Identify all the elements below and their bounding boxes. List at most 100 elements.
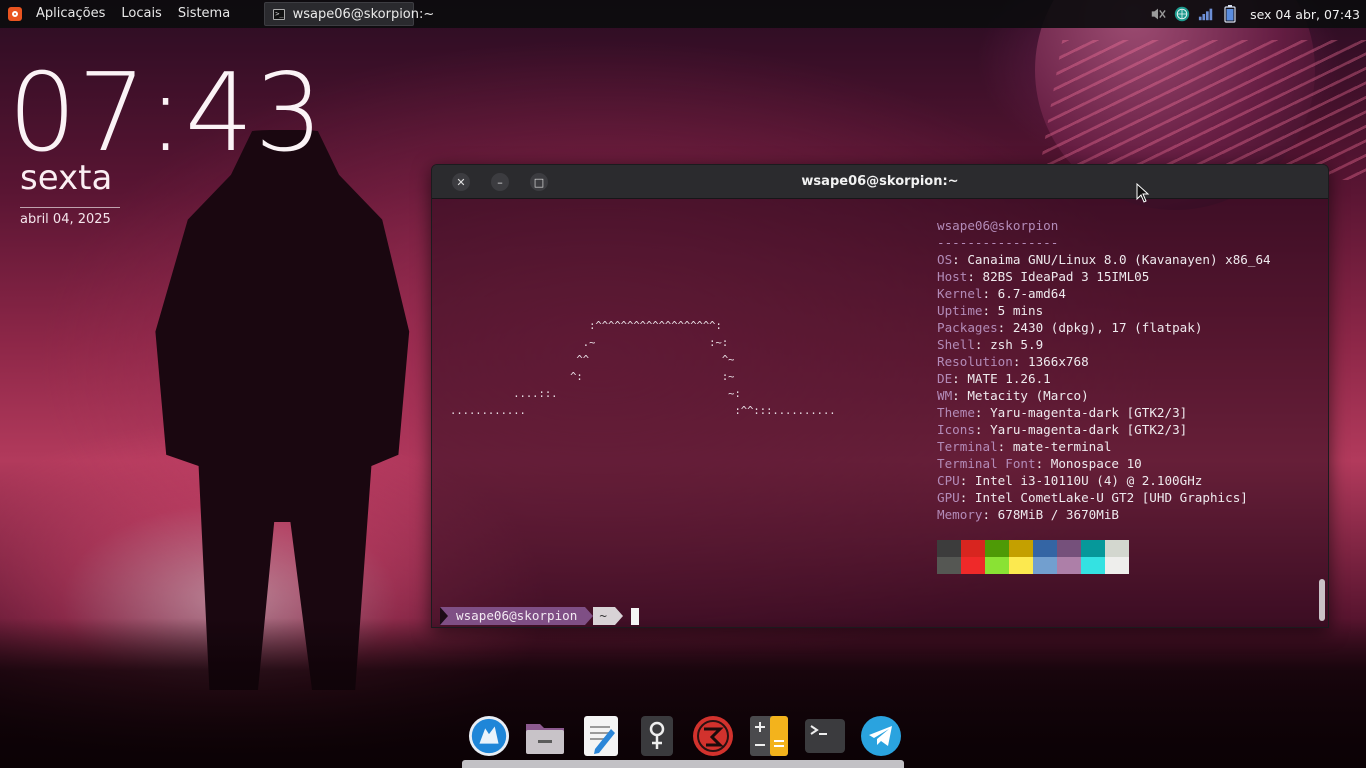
clock-time: 07:43 [8,51,325,176]
close-icon[interactable]: ✕ [452,173,470,191]
neofetch-key: Packages [937,320,998,335]
clock-day: sexta [20,158,113,198]
neofetch-value: Intel CometLake-U GT2 [UHD Graphics] [974,490,1248,505]
palette-swatch [1033,557,1057,574]
system-tray: sex 04 abr, 07:43 [1150,0,1360,28]
files-launcher[interactable] [524,715,566,757]
palette-swatch [1057,557,1081,574]
neofetch-value: 1366x768 [1028,354,1089,369]
palette-swatch [1081,557,1105,574]
neofetch-value: 6.7-amd64 [997,286,1066,301]
minimize-icon[interactable]: – [491,173,509,191]
neofetch-line: OS: Canaima GNU/Linux 8.0 (Kavanayen) x8… [937,252,1271,267]
mouse-pointer-icon [1136,183,1150,203]
maximize-icon[interactable]: □ [530,173,548,191]
neofetch-value: 2430 (dpkg), 17 (flatpak) [1012,320,1203,335]
terminal-content[interactable]: :^^^^^^^^^^^^^^^^^^^: .~ :~: ^^ ^~ ^: :~… [432,199,1328,627]
text-editor-icon [584,716,618,756]
clock-divider [20,207,120,208]
prompt-arrow [614,607,623,625]
battery-icon[interactable] [1222,5,1238,23]
taskbar-terminal-window[interactable]: >_ wsape06@skorpion:~ [264,2,434,26]
menu-places[interactable]: Locais [113,0,169,28]
neofetch-line: DE: MATE 1.26.1 [937,371,1051,386]
neofetch-value: 82BS IdeaPad 3 15IML05 [982,269,1150,284]
neofetch-line: Packages: 2430 (dpkg), 17 (flatpak) [937,320,1203,335]
clock-date: abril 04, 2025 [20,212,111,227]
canaima-launcher[interactable] [692,715,734,757]
neofetch-value: Yaru-magenta-dark [GTK2/3] [990,422,1188,437]
neofetch-line: GPU: Intel CometLake-U GT2 [UHD Graphics… [937,490,1248,505]
terminal-launcher[interactable] [804,715,846,757]
text-cursor [630,607,639,625]
palette-swatch [1105,557,1129,574]
neofetch-key: WM [937,388,953,403]
network-globe-icon[interactable] [1174,6,1190,22]
neofetch-key: CPU [937,473,960,488]
wolf-browser-icon [468,715,510,757]
ubuntu-logo-icon[interactable] [8,7,22,21]
palette-swatch [961,557,985,574]
neofetch-key: OS [937,252,953,267]
signal-strength-icon[interactable] [1198,6,1214,22]
neofetch-line: Terminal Font: Monospace 10 [937,456,1142,471]
browser-launcher[interactable] [468,715,510,757]
color-palette [937,540,1129,574]
neofetch-value: 678MiB / 3670MiB [997,507,1119,522]
terminal-window[interactable]: ✕ – □ wsape06@skorpion:~ :^^^^^^^^^^^^^^… [431,164,1329,628]
folder-icon [526,724,564,754]
terminal-icon: >_ [273,8,285,20]
neofetch-line: Host: 82BS IdeaPad 3 15IML05 [937,269,1150,284]
neofetch-info: wsape06@skorpion ---------------- OS: Ca… [937,217,1271,523]
neofetch-key: DE [937,371,953,386]
volume-muted-icon[interactable] [1150,6,1166,22]
neofetch-line: Resolution: 1366x768 [937,354,1089,369]
menu-system[interactable]: Sistema [170,0,238,28]
neofetch-line: Shell: zsh 5.9 [937,337,1044,352]
neofetch-value: mate-terminal [1012,439,1112,454]
neofetch-user-host: wsape06@skorpion [937,218,1059,233]
palette-swatch [937,557,961,574]
main-menu: Aplicações Locais Sistema [0,0,238,28]
menu-applications[interactable]: Aplicações [28,0,113,28]
neofetch-key: Terminal Font [937,456,1036,471]
neofetch-key: Terminal [937,439,998,454]
neofetch-value: 5 mins [997,303,1044,318]
palette-swatch [1057,540,1081,557]
neofetch-key: Shell [937,337,975,352]
palette-swatch [985,540,1009,557]
neofetch-key: Memory [937,507,983,522]
canaima-logo-icon [693,716,733,756]
neofetch-line: Theme: Yaru-magenta-dark [GTK2/3] [937,405,1188,420]
terminal-scrollbar[interactable] [1319,579,1325,621]
taskbar-window-label: wsape06@skorpion:~ [292,6,435,22]
dock-shelf [462,760,904,768]
neofetch-line: CPU: Intel i3-10110U (4) @ 2.100GHz [937,473,1203,488]
palette-swatch [961,540,985,557]
neofetch-key: Uptime [937,303,983,318]
tool-key-icon [641,716,673,756]
palette-swatch [1009,540,1033,557]
shell-prompt[interactable]: wsape06@skorpion ~ [440,607,639,625]
palette-swatch [985,557,1009,574]
neofetch-value: zsh 5.9 [990,337,1044,352]
wallpaper-astronaut [155,130,410,690]
terminal-titlebar[interactable]: ✕ – □ wsape06@skorpion:~ [432,165,1328,199]
calculator-icon [750,716,788,756]
desktop-clock-widget: 07:43 sexta abril 04, 2025 [8,51,325,228]
calculator-launcher[interactable] [748,715,790,757]
panel-clock[interactable]: sex 04 abr, 07:43 [1250,7,1360,22]
neofetch-value: Monospace 10 [1050,456,1142,471]
settings-launcher[interactable] [636,715,678,757]
neofetch-value: Canaima GNU/Linux 8.0 (Kavanayen) x86_64 [967,252,1271,267]
neofetch-line: WM: Metacity (Marco) [937,388,1089,403]
telegram-launcher[interactable] [860,715,902,757]
neofetch-value: MATE 1.26.1 [967,371,1051,386]
neofetch-line: Memory: 678MiB / 3670MiB [937,507,1119,522]
palette-swatch [1081,540,1105,557]
neofetch-key: Host [937,269,968,284]
text-editor-launcher[interactable] [580,715,622,757]
palette-swatch [1009,557,1033,574]
neofetch-line: Kernel: 6.7-amd64 [937,286,1066,301]
neofetch-line: Icons: Yaru-magenta-dark [GTK2/3] [937,422,1188,437]
